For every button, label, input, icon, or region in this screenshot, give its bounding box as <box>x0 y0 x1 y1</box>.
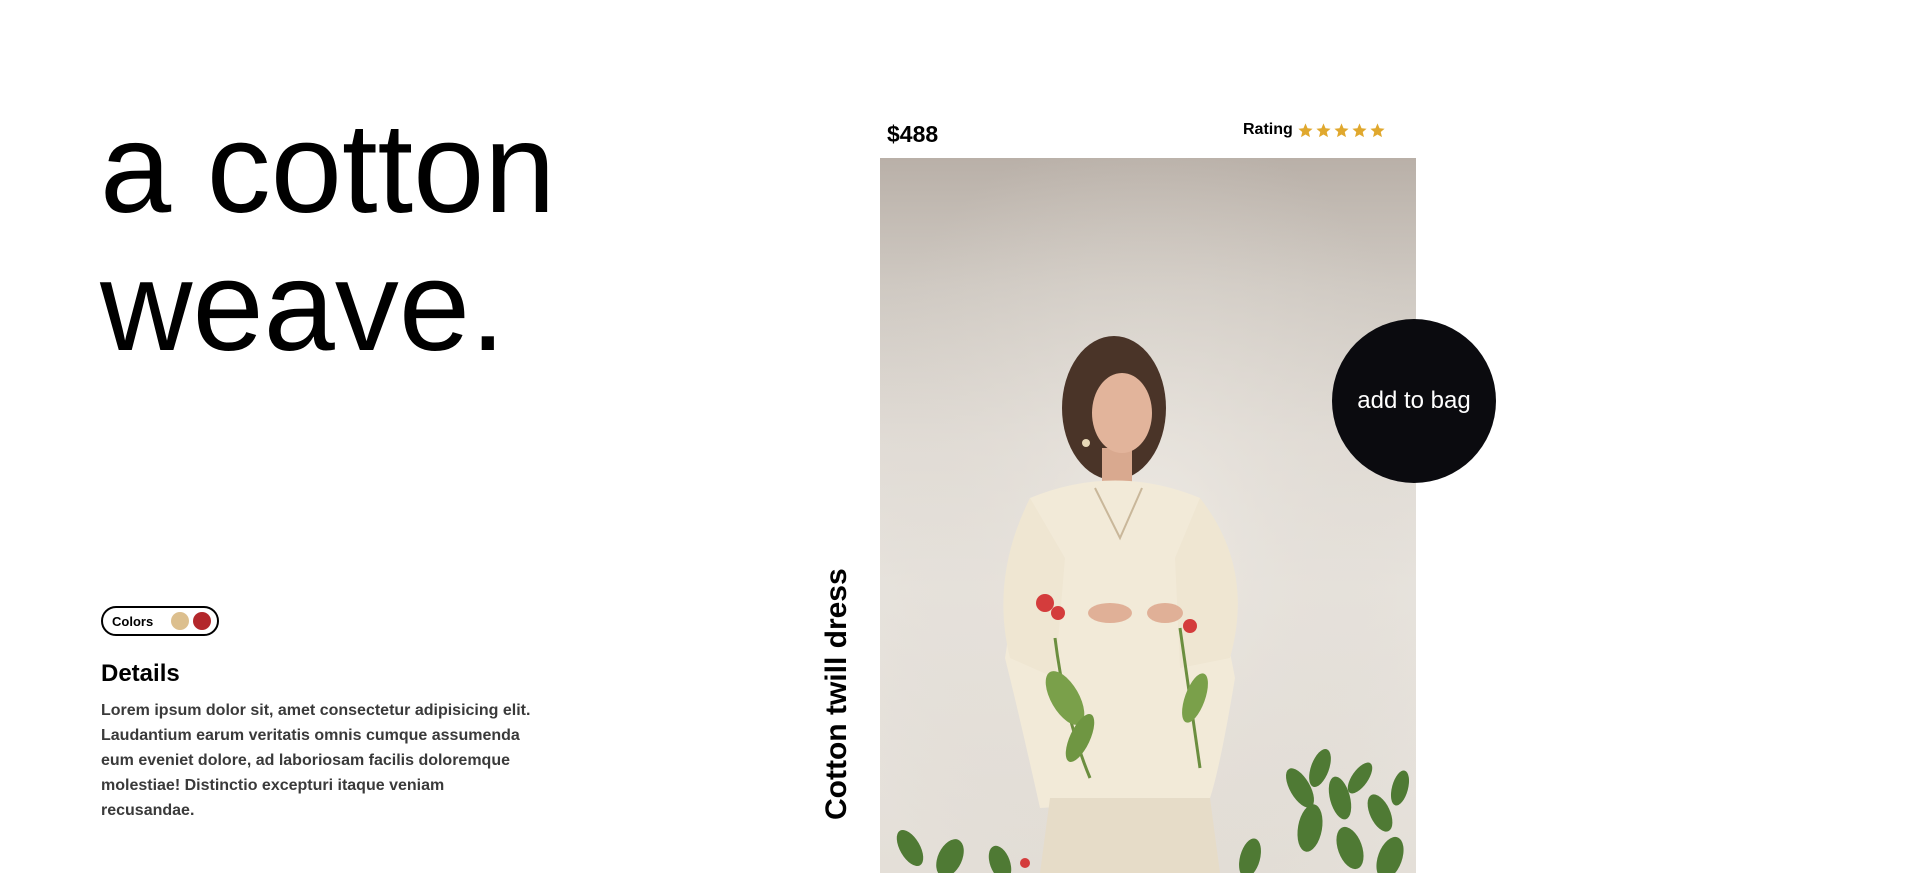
product-rating: Rating <box>1243 121 1386 139</box>
model-illustration <box>880 158 1416 873</box>
star-icon <box>1298 122 1313 137</box>
hero-title-line-2: weave. <box>100 235 506 378</box>
colors-label: Colors <box>112 613 154 629</box>
rating-stars <box>1297 122 1386 139</box>
color-swatch-red[interactable] <box>193 612 211 630</box>
star-icon <box>1334 122 1349 137</box>
details-heading: Details <box>101 660 180 687</box>
product-name-text: Cotton twill dress <box>820 568 853 820</box>
product-photo <box>880 158 1416 873</box>
product-price: $488 <box>887 121 939 147</box>
star-icon <box>1370 122 1385 137</box>
color-selector: Colors <box>101 606 219 636</box>
hero-title: a cotton weave. <box>100 100 555 376</box>
star-icon <box>1352 122 1367 137</box>
color-swatch-beige[interactable] <box>171 612 189 630</box>
star-icon <box>1316 122 1331 137</box>
rating-label: Rating <box>1243 121 1293 138</box>
add-to-bag-button[interactable]: add to bag <box>1332 319 1496 483</box>
details-description: Lorem ipsum dolor sit, amet consectetur … <box>101 702 531 819</box>
hero-title-line-1: a cotton <box>100 97 556 240</box>
product-page: a cotton weave. Colors Details Lorem ips… <box>0 0 1920 877</box>
product-name: Cotton twill dress <box>820 550 853 820</box>
